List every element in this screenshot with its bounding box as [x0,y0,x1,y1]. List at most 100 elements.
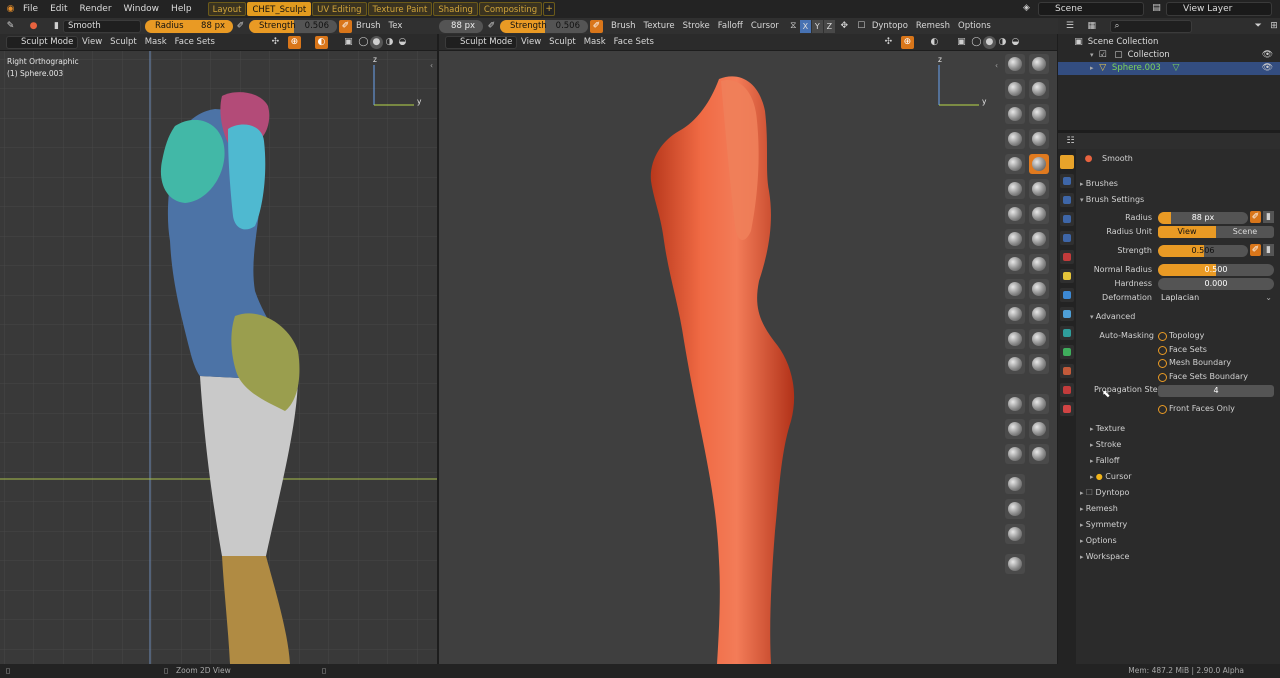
sculpt-mode-selector[interactable]: Sculpt Mode [6,35,78,49]
menu-help[interactable]: Help [165,0,198,18]
options-menu[interactable]: Options [954,20,995,33]
radius-pressure-icon-right[interactable]: ✐ [485,20,498,33]
menu-render[interactable]: Render [74,0,118,18]
sculpt-brush-tool-icon[interactable] [1029,154,1049,174]
strength-pressure-icon-right[interactable]: ✐ [590,19,603,33]
shading-solid-right[interactable]: ● [982,35,996,49]
panel-options[interactable]: ▸ Options [1080,535,1117,547]
normal-radius-field[interactable]: 0.500 [1158,264,1274,276]
scene-selector[interactable]: Scene [1038,2,1144,16]
lock-icon[interactable]: ✥ [838,20,851,33]
dyntopo-checkbox[interactable]: ☐ [855,20,868,33]
sculpt-brush-tool-icon[interactable] [1005,394,1025,414]
strength-prop-pressure-icon[interactable]: ✐ [1250,244,1261,256]
brush-name-field[interactable]: Smooth [63,19,141,33]
shading-rendered-right[interactable]: ◒ [1009,36,1022,49]
shading-wireframe-right[interactable]: ◯ [970,36,983,49]
properties-tab-icon[interactable] [1060,250,1074,264]
strength-slider[interactable]: Strength 0.506 [249,19,337,33]
propagation-steps-field[interactable]: 4 [1158,385,1274,397]
properties-editor-icon[interactable]: ☷ [1064,135,1077,148]
cursor-menu-right[interactable]: Cursor [747,20,783,33]
menu-file[interactable]: File [17,0,44,18]
view-menu-right[interactable]: View [517,36,545,49]
sculpt-brush-tool-icon[interactable] [1005,554,1025,574]
sculpt-brush-tool-icon[interactable] [1029,354,1049,374]
tab-texture-paint[interactable]: Texture Paint [367,2,433,16]
panel-workspace[interactable]: ▸ Workspace [1080,551,1129,563]
properties-tab-icon[interactable] [1060,307,1074,321]
outliner-scene-collection[interactable]: ▣ Scene Collection [1058,36,1280,49]
symmetry-y-toggle[interactable]: Y [811,19,823,33]
properties-tab-icon[interactable] [1060,269,1074,283]
menu-edit[interactable]: Edit [44,0,73,18]
sculpt-brush-tool-icon[interactable] [1005,304,1025,324]
xray-toggle-right[interactable]: ▣ [955,36,968,49]
tab-layout[interactable]: Layout [207,2,247,16]
outliner-editor-type-icon[interactable]: ☰ [1064,20,1076,33]
panel-brushes[interactable]: ▸ Brushes [1080,178,1118,190]
subpanel-falloff[interactable]: ▸ Falloff [1090,455,1119,467]
tab-chet-sculpt[interactable]: CHET_Sculpt [247,2,312,16]
sculpt-brush-tool-icon[interactable] [1005,524,1025,544]
sculpt-menu-right[interactable]: Sculpt [545,36,580,49]
mesh-boundary-checkbox[interactable] [1158,359,1167,368]
sculpt-brush-tool-icon[interactable] [1005,329,1025,349]
display-mode-icon[interactable]: ▦ [1086,20,1098,33]
shading-wireframe-left[interactable]: ◯ [357,36,370,49]
panel-advanced[interactable]: ▾ Advanced [1090,311,1135,323]
gizmo-toggle-right[interactable]: ⊕ [900,35,914,49]
dyntopo-checkbox-icon[interactable]: ☐ [1086,488,1093,497]
sculpt-brush-tool-icon[interactable] [1005,279,1025,299]
sculpt-brush-tool-icon[interactable] [1029,304,1049,324]
radius-prop-extra-icon[interactable]: ▮ [1263,211,1274,223]
sculpt-brush-tool-icon[interactable] [1029,254,1049,274]
properties-tab-icon[interactable] [1060,402,1074,416]
expand-arrow-icon[interactable]: ▾ [1090,51,1094,59]
sculpt-brush-tool-icon[interactable] [1029,179,1049,199]
radius-pressure-icon[interactable]: ✐ [234,20,247,33]
radius-prop-pressure-icon[interactable]: ✐ [1250,211,1261,223]
radius-prop-field[interactable]: 88 px [1158,212,1248,224]
sculpt-brush-tool-icon[interactable] [1005,129,1025,149]
sculpt-brush-tool-icon[interactable] [1005,54,1025,74]
overlay-toggle-right[interactable]: ◐ [928,36,941,49]
blender-logo-icon[interactable]: ◉ [4,3,17,16]
subpanel-cursor[interactable]: ▸ ● Cursor [1090,471,1132,483]
sculpt-brush-tool-icon[interactable] [1005,499,1025,519]
remesh-menu[interactable]: Remesh [912,20,954,33]
properties-tab-icon[interactable] [1060,174,1074,188]
sculpt-brush-tool-icon[interactable] [1005,229,1025,249]
sculpt-brush-tool-icon[interactable] [1005,79,1025,99]
xray-toggle-left[interactable]: ▣ [342,36,355,49]
properties-tab-icon[interactable] [1060,155,1074,169]
panel-brush-settings[interactable]: ▾ Brush Settings [1080,194,1144,206]
menu-window[interactable]: Window [118,0,166,18]
brush-type-icon[interactable]: ▮ [50,20,63,33]
sculpt-brush-tool-icon[interactable] [1029,204,1049,224]
sculpt-brush-tool-icon[interactable] [1029,104,1049,124]
shading-rendered-left[interactable]: ◒ [396,36,409,49]
stroke-menu-right[interactable]: Stroke [679,20,714,33]
strength-prop-field[interactable]: 0.506 [1158,245,1248,257]
brush-preview-icon[interactable]: ● [27,20,40,33]
shading-material-left[interactable]: ◑ [383,36,396,49]
sculpt-menu-left[interactable]: Sculpt [106,36,141,49]
sculpt-brush-tool-icon[interactable] [1005,204,1025,224]
new-collection-icon[interactable]: ⊞ [1268,20,1280,33]
sculpt-mode-selector-right[interactable]: Sculpt Mode [445,35,517,49]
brush-menu[interactable]: Brush [352,20,385,33]
face-sets-menu-left[interactable]: Face Sets [171,36,219,49]
sculpt-brush-tool-icon[interactable] [1005,179,1025,199]
outliner-object-row[interactable]: ▸ ▽ Sphere.003 ▽ 👁 [1058,62,1280,75]
mask-menu-left[interactable]: Mask [141,36,171,49]
view-menu-left[interactable]: View [78,36,106,49]
strength-prop-extra-icon[interactable]: ▮ [1263,244,1274,256]
sculpt-brush-tool-icon[interactable] [1005,104,1025,124]
subpanel-texture[interactable]: ▸ Texture [1090,423,1125,435]
viewport-right[interactable]: z y ‹ [439,51,1057,664]
face-sets-menu-right[interactable]: Face Sets [610,36,658,49]
properties-tab-icon[interactable] [1060,345,1074,359]
radius-unit-scene-button[interactable]: Scene [1216,226,1274,238]
viewport-left[interactable]: Right Orthographic (1) Sphere.003 z y ‹ [0,51,437,664]
